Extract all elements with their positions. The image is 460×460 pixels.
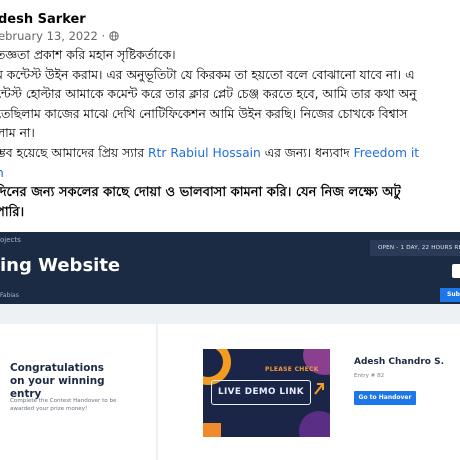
entry-number: Entry # 82: [354, 373, 385, 379]
decor-shape: [203, 423, 221, 437]
mention-link-rabiul[interactable]: Rtr Rabiul Hossain: [148, 146, 261, 160]
congrats-title: Congratulations on your winning entry: [10, 362, 105, 400]
thanks-mid: এর জন্য। ধন্যবাদ: [260, 145, 354, 160]
thanks-line: ম্ভব হয়েছে আমাদের প্রিয় স্যার Rtr Rabi…: [0, 144, 460, 164]
post-line: ন্টেস্ট হোল্টার আমাকে কমেন্ট করে তার ক্ল…: [0, 87, 417, 102]
thumb-please-text: PLEASE CHECK: [265, 366, 319, 373]
author-name-text[interactable]: desh Sarker: [0, 12, 86, 27]
post-line: তজ্ঞতা প্রকাশ করি মহান সৃষ্টিকর্তাকে।: [0, 48, 176, 62]
handover-button: Go to Handover: [354, 391, 416, 405]
prayer-line: পারি।: [0, 204, 25, 220]
congrats-card: Congratulations on your winning entry Co…: [0, 324, 156, 460]
shared-screenshot[interactable]: ojects ing Website Fabias OPEN - 1 DAY, …: [0, 232, 460, 460]
post-header: desh Sarker ebruary 13, 2022 ·: [0, 0, 460, 46]
contest-banner: ojects ing Website Fabias OPEN - 1 DAY, …: [0, 232, 460, 304]
entry-thumbnail: PLEASE CHECK LIVE DEMO LINK: [203, 349, 330, 437]
thanks-prefix: ম্ভব হয়েছে আমাদের প্রিয় স্যার: [0, 145, 149, 160]
decor-shape: [299, 411, 330, 437]
project-title: ing Website: [0, 255, 121, 276]
live-demo-label: LIVE DEMO LINK: [211, 380, 311, 405]
settings-icon: [452, 264, 460, 278]
project-owner: Fabias: [0, 292, 19, 299]
author-name[interactable]: desh Sarker: [0, 12, 86, 27]
mention-link-freedom-it[interactable]: Freedom it: [354, 146, 420, 160]
post-line: লাম না।: [0, 126, 35, 141]
post-line: তেছিলাম কাজের মাঝে দেখি নোটিফিকেশন আমি উ…: [0, 106, 408, 121]
submit-button: Sub: [440, 288, 460, 302]
breadcrumb: ojects: [0, 236, 21, 244]
globe-icon: [109, 31, 119, 41]
prayer-line: দিনের জন্য সকলের কাছে দোয়া ও ভালবাসা কা…: [0, 185, 401, 201]
mention-link-freedom-it-cont[interactable]: n: [0, 166, 4, 180]
post-line: ম কন্টেস্ট উইন করাম। এর অনুভূতিটা যে কির…: [0, 67, 415, 82]
post-text: তজ্ঞতা প্রকাশ করি মহান সৃষ্টিকর্তাকে। ম …: [0, 46, 460, 222]
congrats-subtitle: Complete the Contest Handover to be awar…: [10, 398, 117, 412]
post-date[interactable]: ebruary 13, 2022 ·: [0, 29, 109, 43]
entrant-name: Adesh Chandro S.: [354, 357, 444, 367]
contest-content: Congratulations on your winning entry Co…: [0, 304, 460, 460]
winning-entry-card: PLEASE CHECK LIVE DEMO LINK Adesh Chandr…: [158, 324, 460, 460]
status-badge: OPEN - 1 DAY, 22 HOURS RE: [370, 240, 460, 256]
thanks-line-cont: n: [0, 164, 460, 184]
arrow-icon: [314, 383, 324, 395]
post-meta: ebruary 13, 2022 ·: [0, 29, 119, 43]
